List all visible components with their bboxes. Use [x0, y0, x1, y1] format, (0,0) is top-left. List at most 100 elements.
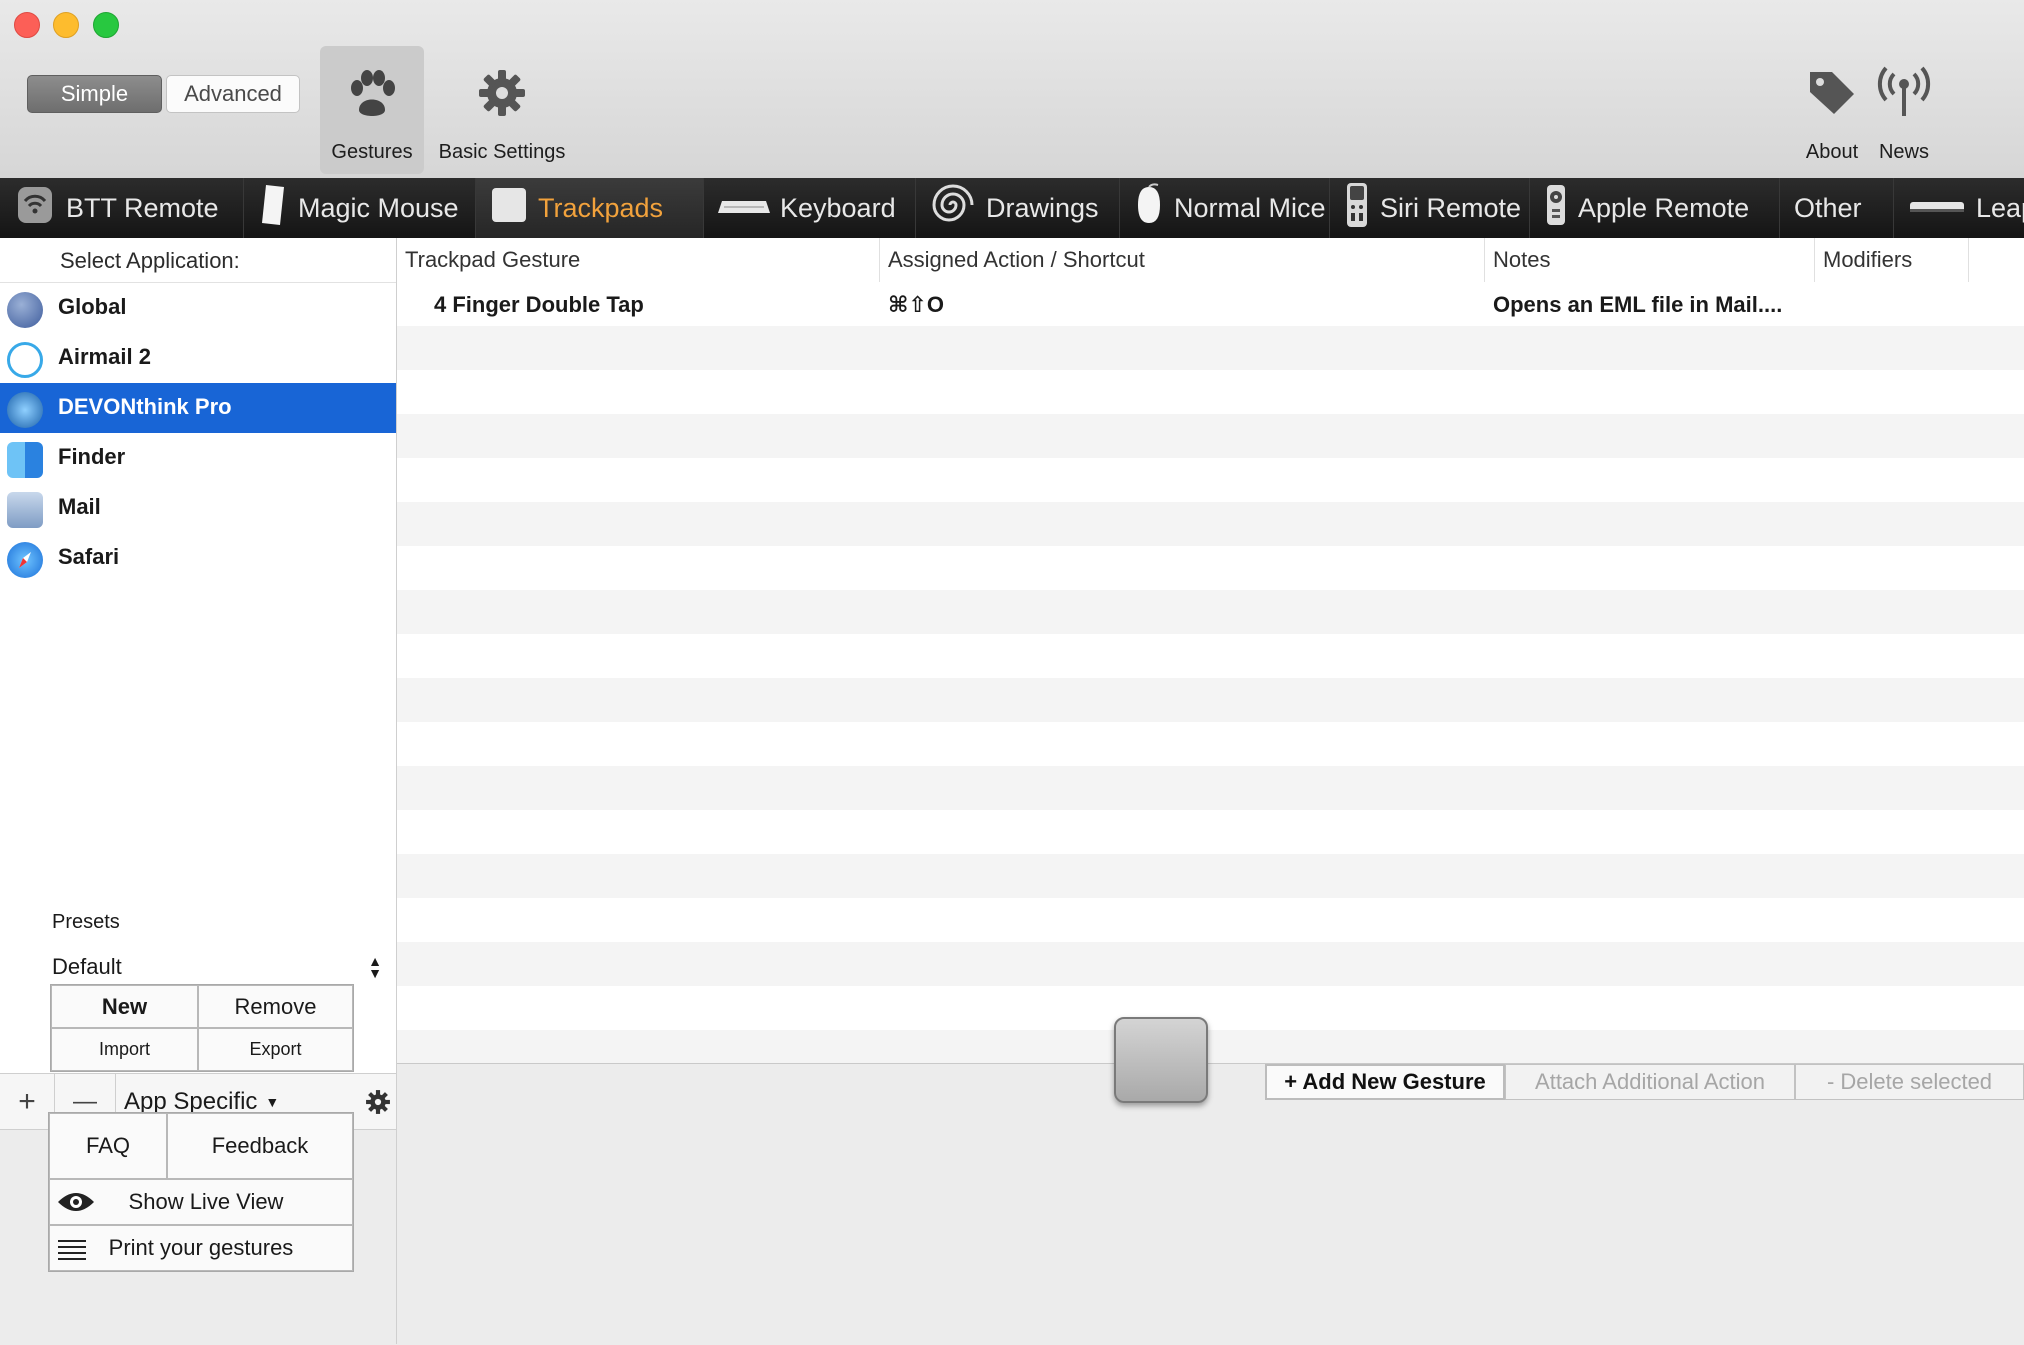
delete-selected-button[interactable]: - Delete selected: [1795, 1064, 2024, 1100]
new-preset-button[interactable]: New: [51, 985, 198, 1028]
row-action: ⌘⇧O: [888, 292, 944, 317]
tab-other[interactable]: Other: [1780, 178, 1894, 238]
split-drag-handle[interactable]: [1114, 1017, 1208, 1103]
app-item-mail[interactable]: Mail: [0, 483, 396, 533]
tab-label: Normal Mice: [1174, 192, 1326, 223]
toolbar-about-label: About: [1805, 141, 1859, 163]
tab-keyboard[interactable]: Keyboard: [704, 178, 916, 238]
table-stripe: [397, 370, 2024, 414]
presets-select[interactable]: Default ▲ ▼: [52, 949, 382, 985]
table-stripe: [397, 502, 2024, 546]
mode-advanced-button[interactable]: Advanced: [166, 75, 300, 113]
tab-label: Siri Remote: [1380, 192, 1522, 223]
column-header-action[interactable]: Assigned Action / Shortcut: [880, 238, 1485, 282]
app-item-name: Global: [58, 294, 127, 319]
app-item-name: Mail: [58, 494, 101, 519]
print-gestures-label: Print your gestures: [108, 1235, 294, 1260]
action-bar: + Add New Gesture Attach Additional Acti…: [397, 1063, 2024, 1345]
leap-icon: [1908, 193, 1966, 224]
app-item-name: Safari: [58, 544, 120, 569]
tab-siri-remote[interactable]: Siri Remote: [1330, 178, 1530, 238]
table-stripe: [397, 546, 2024, 590]
globe-icon: [7, 292, 43, 328]
feedback-button[interactable]: Feedback: [167, 1113, 353, 1179]
minimize-window-button[interactable]: [53, 12, 79, 38]
keyboard-icon: [718, 193, 770, 224]
tab-drawings[interactable]: Drawings: [916, 178, 1120, 238]
tab-leap[interactable]: Leap: [1894, 178, 2024, 238]
zoom-window-button[interactable]: [93, 12, 119, 38]
faq-button[interactable]: FAQ: [49, 1113, 167, 1179]
mouse-icon: [1134, 182, 1164, 234]
tab-label: Leap: [1976, 192, 2024, 223]
import-preset-button[interactable]: Import: [51, 1028, 198, 1071]
tab-label: Magic Mouse: [298, 192, 459, 223]
trackpad-icon: [490, 186, 528, 231]
device-tab-bar: BTT Remote Magic Mouse Trackpads Keyboar…: [0, 178, 2024, 238]
presets-label: Presets: [52, 911, 120, 933]
app-item-global[interactable]: Global: [0, 283, 396, 333]
add-new-gesture-button[interactable]: + Add New Gesture: [1265, 1064, 1505, 1100]
tab-label: Other: [1794, 192, 1862, 223]
table-stripe: [397, 898, 2024, 942]
column-header-modifiers[interactable]: Modifiers: [1815, 238, 1969, 282]
toolbar-gestures[interactable]: Gestures: [320, 46, 424, 174]
app-item-devonthink[interactable]: DEVONthink Pro: [0, 383, 396, 433]
preset-buttons: New Remove Import Export: [50, 984, 354, 1072]
app-item-name: DEVONthink Pro: [58, 394, 232, 419]
tab-label: Apple Remote: [1578, 192, 1750, 223]
column-header-gesture[interactable]: Trackpad Gesture: [397, 238, 880, 282]
spiral-icon: [930, 183, 976, 234]
table-stripe: [397, 634, 2024, 678]
tab-normal-mice[interactable]: Normal Mice: [1120, 178, 1330, 238]
export-preset-button[interactable]: Export: [198, 1028, 353, 1071]
app-item-name: Finder: [58, 444, 126, 469]
app-item-safari[interactable]: Safari: [0, 533, 396, 583]
app-list-header-label: Select Application:: [60, 248, 240, 273]
toolbar-news[interactable]: News: [1872, 46, 1936, 174]
toolbar-basic-settings-label: Basic Settings: [438, 141, 566, 163]
tab-label: Keyboard: [780, 192, 896, 223]
toolbar-news-label: News: [1878, 141, 1929, 163]
toolbar-about[interactable]: About: [1796, 46, 1868, 174]
app-item-name: Airmail 2: [58, 344, 151, 369]
app-item-airmail[interactable]: Airmail 2: [0, 333, 396, 383]
presets-select-value: Default: [52, 954, 122, 979]
table-stripe: [397, 854, 2024, 898]
stepper-arrows-icon: ▲ ▼: [368, 953, 382, 981]
column-header-notes[interactable]: Notes: [1485, 238, 1815, 282]
app-list-header: Select Application:: [0, 238, 396, 283]
siri-remote-icon: [1344, 181, 1370, 236]
caret-down-icon: ▼: [265, 1093, 280, 1110]
tab-magic-mouse[interactable]: Magic Mouse: [244, 178, 476, 238]
app-item-finder[interactable]: Finder: [0, 433, 396, 483]
mode-simple-button[interactable]: Simple: [27, 75, 162, 113]
tab-btt-remote[interactable]: BTT Remote: [0, 178, 244, 238]
remove-preset-button[interactable]: Remove: [198, 985, 353, 1028]
attach-additional-action-button[interactable]: Attach Additional Action: [1505, 1064, 1795, 1100]
airmail-icon: [7, 342, 43, 378]
add-app-button[interactable]: +: [0, 1074, 55, 1129]
remote-wifi-icon: [14, 183, 56, 234]
tab-apple-remote[interactable]: Apple Remote: [1530, 178, 1780, 238]
show-live-view-button[interactable]: Show Live View: [49, 1179, 353, 1225]
price-tag-icon: [1804, 66, 1860, 125]
paw-icon: [345, 66, 399, 125]
print-gestures-button[interactable]: Print your gestures: [49, 1225, 353, 1271]
tab-label: BTT Remote: [66, 192, 219, 223]
antenna-icon: [1877, 66, 1931, 125]
tab-label: Drawings: [986, 192, 1099, 223]
table-stripe: [397, 722, 2024, 766]
toolbar-basic-settings[interactable]: Basic Settings: [430, 46, 574, 174]
table-stripe: [397, 1030, 2024, 1063]
finder-icon: [7, 442, 43, 478]
gesture-table: Trackpad Gesture Assigned Action / Short…: [397, 238, 2024, 1063]
help-buttons: FAQ Feedback Show Live View Print your g…: [48, 1112, 354, 1272]
table-stripe: [397, 590, 2024, 634]
table-row[interactable]: 4 Finger Double Tap ⌘⇧O Opens an EML fil…: [397, 282, 2024, 326]
table-stripe: [397, 414, 2024, 458]
tab-trackpads[interactable]: Trackpads: [476, 178, 704, 238]
app-settings-gear-icon[interactable]: [360, 1074, 396, 1129]
table-stripe: [397, 766, 2024, 810]
close-window-button[interactable]: [14, 12, 40, 38]
